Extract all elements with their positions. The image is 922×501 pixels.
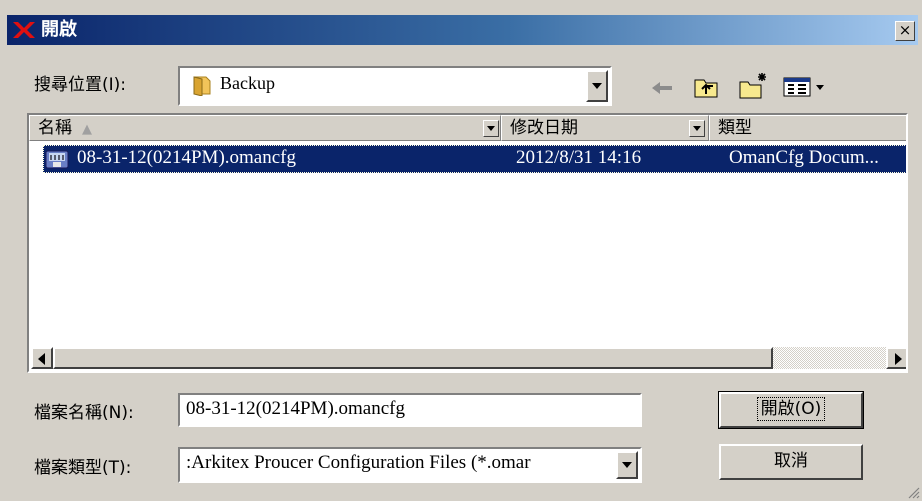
scroll-thumb[interactable] xyxy=(53,347,773,369)
file-name-field[interactable]: 08-31-12(0214PM).omancfg xyxy=(178,393,642,427)
look-in-combo[interactable]: Backup xyxy=(178,66,612,106)
up-folder-icon[interactable] xyxy=(692,74,720,100)
scroll-left-button[interactable] xyxy=(31,347,53,369)
folder-icon xyxy=(193,76,211,96)
look-in-value: Backup xyxy=(220,73,275,93)
scroll-right-button[interactable] xyxy=(886,347,906,369)
file-type-dropdown-button[interactable] xyxy=(616,451,638,479)
file-name-cell: 08-31-12(0214PM).omancfg xyxy=(77,147,296,168)
title-bar[interactable]: 開啟 × xyxy=(7,15,918,45)
open-button[interactable]: 開啟(O) xyxy=(718,391,864,429)
column-header-type[interactable]: 類型 xyxy=(709,115,906,141)
resize-grip-icon[interactable] xyxy=(906,485,920,499)
window-title: 開啟 xyxy=(41,19,77,40)
cancel-button[interactable]: 取消 xyxy=(719,444,863,480)
column-header-modified[interactable]: 修改日期 xyxy=(501,115,709,141)
app-logo-icon xyxy=(13,22,35,38)
back-arrow-icon[interactable] xyxy=(650,76,674,100)
file-row-selected[interactable]: 08-31-12(0214PM).omancfg 2012/8/31 14:16… xyxy=(43,145,906,173)
view-menu-icon[interactable] xyxy=(782,76,828,98)
horizontal-scrollbar[interactable] xyxy=(31,347,906,369)
open-file-dialog: 開啟 × 搜尋位置(I): Backup 名稱 ▲ 修改日期 類型 08-31-… xyxy=(0,0,922,501)
look-in-label: 搜尋位置(I): xyxy=(34,75,127,95)
column-header-name[interactable]: 名稱 ▲ xyxy=(29,115,501,141)
file-name-label: 檔案名稱(N): xyxy=(34,403,134,423)
new-folder-icon[interactable] xyxy=(737,70,769,100)
file-type-label: 檔案類型(T): xyxy=(34,458,132,478)
file-modified-cell: 2012/8/31 14:16 xyxy=(516,147,642,168)
name-filter-button[interactable] xyxy=(483,120,499,137)
file-name-value: 08-31-12(0214PM).omancfg xyxy=(186,398,405,419)
sort-ascending-icon: ▲ xyxy=(82,122,92,137)
omancfg-file-icon xyxy=(45,150,69,169)
file-type-combo[interactable]: :Arkitex Proucer Configuration Files (*.… xyxy=(178,447,642,483)
modified-filter-button[interactable] xyxy=(689,120,705,137)
close-button[interactable]: × xyxy=(895,21,915,41)
file-list[interactable]: 名稱 ▲ 修改日期 類型 08-31-12(0214PM).omancfg 201… xyxy=(27,113,908,373)
look-in-dropdown-button[interactable] xyxy=(586,70,608,102)
file-type-cell: OmanCfg Docum... xyxy=(729,147,879,168)
file-type-value: :Arkitex Proucer Configuration Files (*.… xyxy=(186,452,531,473)
